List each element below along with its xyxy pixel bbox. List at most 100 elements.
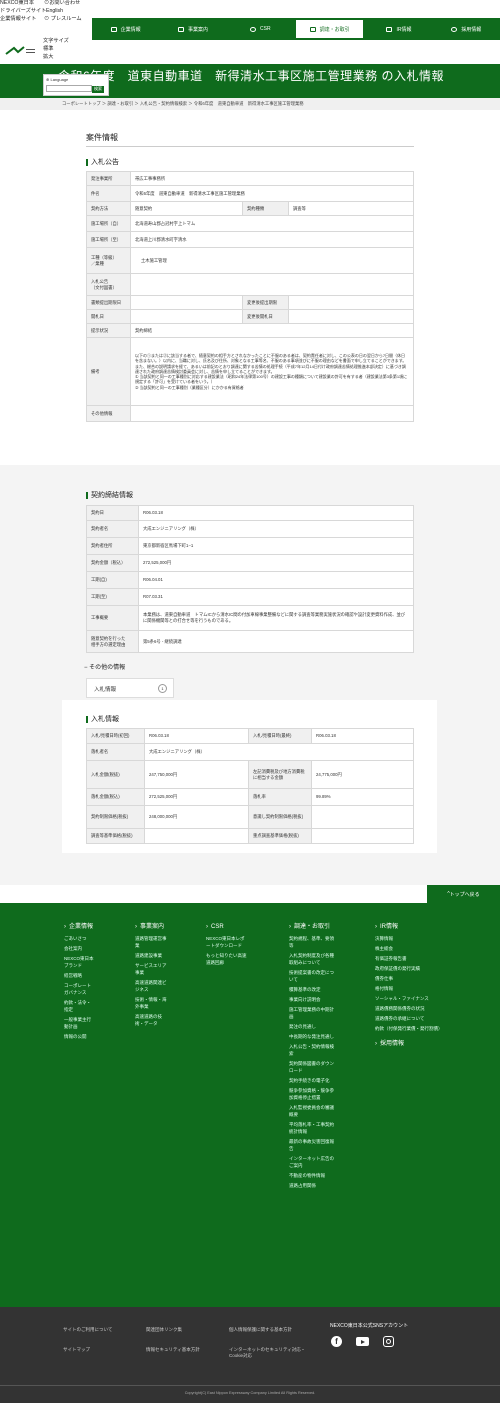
font-size-label: 文字サイズ — [43, 38, 69, 44]
footer-link-terms[interactable]: サイトのご利用について — [63, 1327, 112, 1333]
nav-ir[interactable]: IR情報 — [365, 18, 432, 40]
footer-link[interactable]: 契約手続きの電子化 — [289, 1077, 335, 1084]
footer-link[interactable]: 競争参加資格・競争参加資格停止措置 — [289, 1087, 335, 1101]
handshake-icon — [309, 26, 316, 32]
contract-section: 契約締結情報 契約日 R06.03.18 契約者名 大成エンジニアリング（株） 契約… — [86, 490, 414, 653]
nav-recruit[interactable]: 採用情報 — [433, 18, 500, 40]
footer-link[interactable]: 一般事業主行動計画 — [64, 1016, 94, 1030]
leaf-icon — [250, 26, 257, 32]
company-site-link[interactable]: 企業情報サイト — [0, 16, 36, 23]
footer-link[interactable]: 技術提案書の改定について — [289, 969, 335, 983]
site-search-button[interactable]: 検索 — [92, 85, 104, 93]
global-nav: 企業情報 事業案内 CSR 調達・お取引 IR情報 採用情報 — [92, 18, 500, 40]
contract-title: 契約締結情報 — [86, 490, 414, 500]
font-standard-button[interactable]: 標準 — [43, 46, 53, 53]
breadcrumb[interactable]: コーポレートトップ ＞ 調達・お取引 ＞ 入札公告・契約情報検索 ＞ 令和6年度… — [0, 98, 500, 110]
footer-link-related[interactable]: 関連団体リンク集 — [146, 1327, 182, 1333]
footer-col-company: 企業情報ごあいさつ会社案内NEXCO東日本ブランド経営戦略コーポレートガバナンス… — [64, 923, 94, 1043]
footer-link[interactable]: コーポレートガバナンス — [64, 982, 94, 996]
people-icon — [451, 26, 458, 32]
footer-link[interactable]: 道路管理運営事業 — [135, 935, 167, 949]
footer-link[interactable]: インターネット広告のご案内 — [289, 1155, 335, 1169]
footer-link[interactable]: 債券仕事 — [375, 975, 443, 982]
footer-col-ir: IR情報決算情報株主総会有価証券報告書政府保証債の発行実績債券仕事格付情報ソーシ… — [375, 923, 443, 1052]
footer-link[interactable]: 約款（付保発行業債・発行割債） — [375, 1025, 443, 1032]
footer-link[interactable]: 道路占用関係 — [289, 1182, 335, 1189]
footer-col-csr: CSRNEXCO東日本レポートダウンロードもっと知りたい高速道路回廊 — [206, 923, 248, 969]
footer-link[interactable]: 経営戦略 — [64, 972, 94, 979]
footer-link[interactable]: 施工管理業務の中期計画 — [289, 1006, 335, 1020]
footer-link[interactable]: 道路建設事業 — [135, 952, 167, 959]
font-large-button[interactable]: 拡大 — [43, 54, 53, 61]
footer-recruit-link[interactable]: 採用情報 — [375, 1040, 443, 1048]
sns-heading: NEXCO東日本公式SNSアカウント — [330, 1323, 409, 1329]
footer-link-security[interactable]: 情報セキュリティ基本方針 — [146, 1347, 200, 1353]
footer-link[interactable]: 契約関係図書のダウンロード — [289, 1060, 335, 1074]
footer-link[interactable]: 事業向け説明会 — [289, 996, 335, 1003]
case-section: 案件情報 — [86, 132, 414, 147]
footer-link[interactable]: 積算基準の改定 — [289, 986, 335, 993]
case-title: 案件情報 — [86, 132, 414, 147]
footer-link-sitemap[interactable]: サイトマップ — [63, 1347, 90, 1353]
language-label: ⊕ Language — [46, 77, 69, 82]
tab-bid-info[interactable]: 入札情報 1 — [86, 678, 174, 698]
footer-link[interactable]: 最新の事故災害回復報告 — [289, 1138, 335, 1152]
footer-link[interactable]: 入札公告・契約情報検索 — [289, 1043, 335, 1057]
bid-info-title: 入札情報 — [86, 714, 414, 724]
nav-business[interactable]: 事業案内 — [159, 18, 226, 40]
bottom-footer: サイトのご利用について 関連団体リンク集 個人情報保護に関する基本方針 サイトマ… — [0, 1307, 500, 1403]
footer-link[interactable]: 高速道路関連ビジネス — [135, 979, 167, 993]
contact-link[interactable]: ⊙お問い合わせ — [44, 0, 80, 7]
footer-col-business: 事業案内道路管理運営事業道路建設事業サービスエリア事業高速道路関連ビジネス技術・… — [135, 923, 167, 1030]
building-icon — [110, 26, 117, 32]
back-to-top-button[interactable]: ^ トップへ戻る — [427, 885, 500, 903]
footer-link[interactable]: 決算情報 — [375, 935, 443, 942]
page-title: 令和6年度 道東自動車道 新得清水工事区施工管理業務 の入札情報 — [58, 69, 445, 83]
footer-link[interactable]: 発注の見通し — [289, 1023, 335, 1030]
footer-link[interactable]: 情報の公開 — [64, 1033, 94, 1040]
footer-link[interactable]: 入札契約制度及び各種取組みについて — [289, 952, 335, 966]
footer-nav: 企業情報ごあいさつ会社案内NEXCO東日本ブランド経営戦略コーポレートガバナンス… — [0, 903, 500, 1307]
footer-link[interactable]: 道路債務関係債券の状況 — [375, 1005, 443, 1012]
contract-table: 契約日 R06.03.18 契約者名 大成エンジニアリング（株） 契約者住所 東京都新… — [86, 505, 414, 653]
footer-link[interactable]: NEXCO東日本レポートダウンロード — [206, 935, 248, 949]
footer-link[interactable]: 不動産の物件情報 — [289, 1172, 335, 1179]
footer-link[interactable]: 中長期的な発注見通し — [289, 1033, 335, 1040]
footer-link[interactable]: 約款・法令・指定 — [64, 999, 94, 1013]
footer-link[interactable]: 有価証券報告書 — [375, 955, 443, 962]
footer-link[interactable]: もっと知りたい高速道路回廊 — [206, 952, 248, 966]
footer-link[interactable]: 株主総会 — [375, 945, 443, 952]
nav-company[interactable]: 企業情報 — [92, 18, 159, 40]
footer-link[interactable]: ソーシャル・ファイナンス — [375, 995, 443, 1002]
footer-link[interactable]: 平均落札率・工事契約統計情報 — [289, 1121, 335, 1135]
youtube-icon[interactable] — [356, 1337, 369, 1346]
bid-notice-title: 入札公告 — [86, 157, 414, 167]
footer-link[interactable]: 政府保証債の発行実績 — [375, 965, 443, 972]
footer-link[interactable]: 入札監視委員会の審議概要 — [289, 1104, 335, 1118]
footer-link[interactable]: NEXCO東日本ブランド — [64, 955, 94, 969]
nav-csr[interactable]: CSR — [227, 18, 294, 40]
driver-site-link[interactable]: ドライバーズサイト — [0, 8, 46, 15]
bid-info-table: 入札/見積日時(初回) R06.03.18 入札/見積日時(最終) R06.03.18… — [86, 728, 414, 844]
site-search-input[interactable] — [46, 85, 92, 92]
footer-link[interactable]: 技術・情報・海外事業 — [135, 996, 167, 1010]
footer-link[interactable]: ごあいさつ — [64, 935, 94, 942]
nexco-logo[interactable] — [4, 44, 36, 60]
footer-link-cookie[interactable]: インターネットのセキュリティ対応・Cookie対応 — [229, 1347, 309, 1359]
footer-link[interactable]: 高速道路の技術・データ — [135, 1013, 167, 1027]
nexco-link[interactable]: NEXCO東日本 — [0, 0, 34, 7]
copyright: Copyright(C) East Nippon Expressway Comp… — [184, 1391, 316, 1395]
bid-notice-table: 発注事業所 帯広工事事務所 件名 令和6年度 道東自動車道 新得清水工事区施工管理業… — [86, 171, 414, 422]
pressroom-link[interactable]: ⊙ プレスルーム — [44, 16, 82, 23]
nav-procurement[interactable]: 調達・お取引 — [293, 18, 366, 40]
other-info-title: − その他の情報 — [84, 665, 126, 671]
facebook-icon[interactable]: f — [331, 1336, 342, 1347]
footer-link[interactable]: 会社案内 — [64, 945, 94, 952]
footer-link[interactable]: 契約規程、基準、要領等 — [289, 935, 335, 949]
instagram-icon[interactable] — [383, 1336, 394, 1347]
footer-link-privacy[interactable]: 個人情報保護に関する基本方針 — [229, 1327, 292, 1333]
footer-link[interactable]: 格付情報 — [375, 985, 443, 992]
footer-link[interactable]: 道路債券の承継について — [375, 1015, 443, 1022]
footer-link[interactable]: サービスエリア事業 — [135, 962, 167, 976]
english-link[interactable]: English — [46, 8, 63, 15]
